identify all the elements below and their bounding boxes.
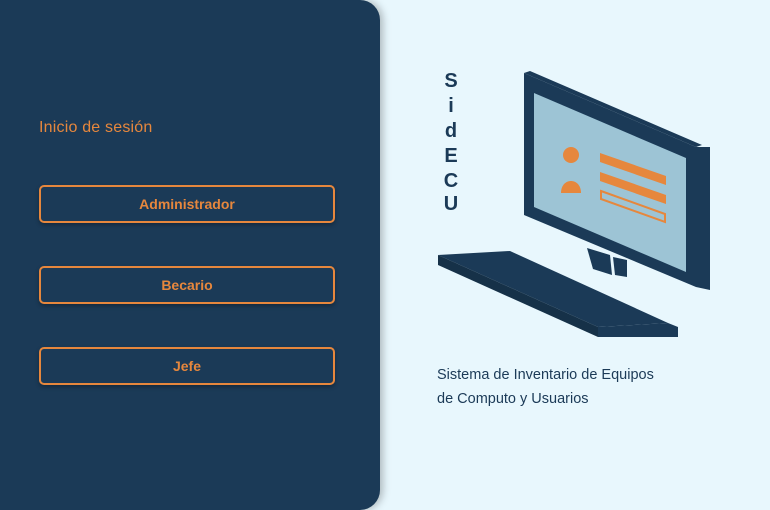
monitor-icon xyxy=(524,71,710,290)
login-title: Inicio de sesión xyxy=(39,119,153,136)
logo-letter-i: i xyxy=(448,95,454,117)
description-line-2: de Computo y Usuarios xyxy=(437,391,589,407)
sidecu-logo: S i d E C U xyxy=(444,70,458,215)
system-description: Sistema de Inventario de Equipos de Comp… xyxy=(437,363,654,411)
logo-letter-s: S xyxy=(444,70,457,92)
logo-letter-u: U xyxy=(444,193,458,215)
administrador-button[interactable]: Administrador xyxy=(39,185,335,223)
becario-button[interactable]: Becario xyxy=(39,266,335,304)
logo-letter-d: d xyxy=(445,120,457,142)
logo-letter-c: C xyxy=(444,170,458,192)
jefe-button[interactable]: Jefe xyxy=(39,347,335,385)
description-line-1: Sistema de Inventario de Equipos xyxy=(437,367,654,383)
logo-letter-e: E xyxy=(444,145,457,167)
computer-illustration: S i d E C U xyxy=(438,70,710,337)
login-panel: Inicio de sesión Administrador Becario J… xyxy=(0,0,380,510)
